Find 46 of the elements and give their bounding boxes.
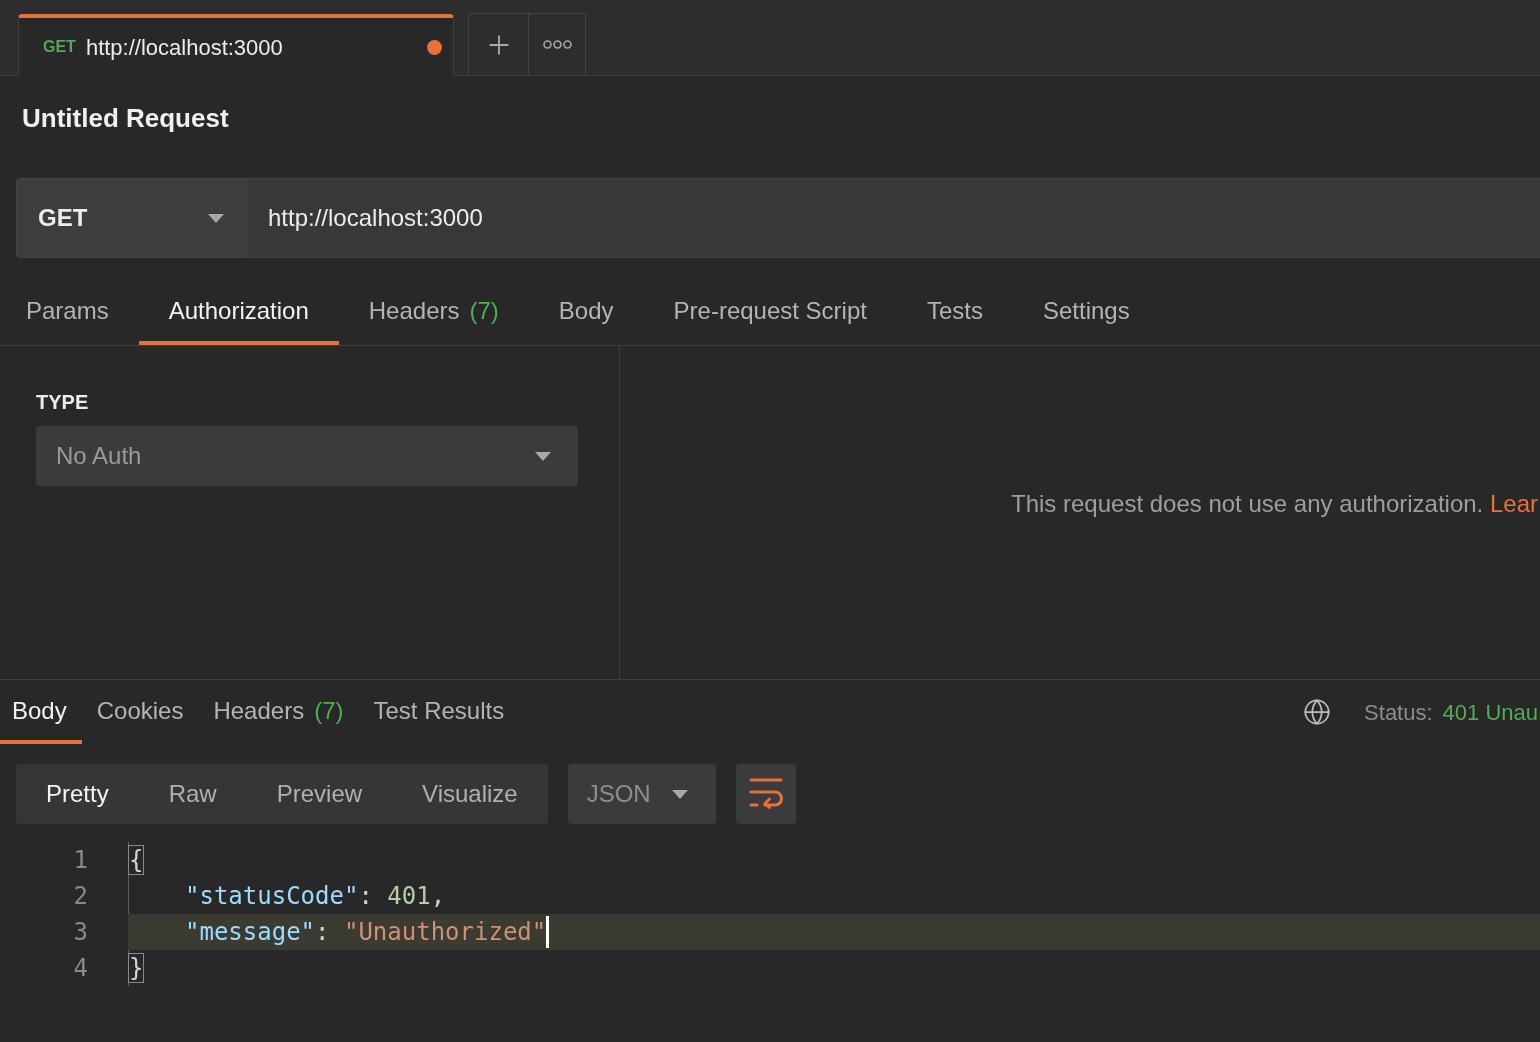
- type-label: TYPE: [36, 390, 89, 414]
- method-value: GET: [38, 203, 88, 233]
- section-tab[interactable]: Tests: [896, 279, 1013, 345]
- learn-link[interactable]: Lear: [1489, 489, 1538, 517]
- code-line: "message": "Unauthorized": [185, 917, 547, 948]
- request-title: Untitled Request: [22, 103, 229, 133]
- caret-icon: [535, 451, 551, 461]
- section-tab[interactable]: Params: [0, 279, 139, 345]
- text-cursor: [546, 916, 550, 948]
- request-tab[interactable]: GET http://localhost:3000: [18, 14, 454, 76]
- section-tab[interactable]: Authorization: [138, 279, 339, 345]
- globe-icon[interactable]: [1303, 698, 1332, 726]
- auth-type-value: No Auth: [56, 441, 142, 471]
- wrap-lines-icon: [748, 778, 783, 810]
- method-label: GET: [43, 37, 76, 57]
- caret-icon: [208, 213, 224, 223]
- wrap-lines-button[interactable]: [735, 764, 796, 824]
- caret-icon: [671, 789, 688, 799]
- view-mode-tab[interactable]: Pretty: [16, 764, 139, 824]
- tab-title: http://localhost:3000: [85, 33, 283, 62]
- url-input-field[interactable]: http://localhost:3000: [247, 178, 1540, 258]
- response-tab[interactable]: Headers (7): [198, 680, 359, 744]
- auth-message: This request does not use any authorization. Lear: [1011, 488, 1538, 519]
- new-tab-button[interactable]: [468, 13, 528, 75]
- line-number: 1: [73, 845, 88, 876]
- section-tab[interactable]: Pre-request Script: [643, 279, 897, 345]
- more-options-button[interactable]: [528, 13, 586, 75]
- line-number: 2: [73, 881, 88, 912]
- response-tab[interactable]: Test Results: [358, 680, 520, 744]
- auth-type-select[interactable]: No Auth: [36, 426, 578, 486]
- section-tab[interactable]: Settings: [1012, 279, 1160, 345]
- view-mode-tab[interactable]: Preview: [246, 764, 393, 824]
- line-number: 3: [73, 917, 88, 948]
- status-value: 401 Unau: [1442, 698, 1538, 727]
- status-label: Status:: [1364, 698, 1433, 727]
- format-value: JSON: [586, 779, 651, 809]
- response-tab[interactable]: Body: [0, 680, 82, 744]
- view-mode-tab[interactable]: Visualize: [392, 764, 548, 824]
- section-tab[interactable]: Headers (7): [338, 279, 529, 345]
- view-mode-tab[interactable]: Raw: [138, 764, 247, 824]
- line-number: 4: [73, 953, 88, 984]
- method-select[interactable]: GET: [16, 178, 247, 258]
- more-dots-icon: [542, 40, 572, 49]
- response-tab[interactable]: Cookies: [81, 680, 199, 744]
- code-line: "statusCode": 401,: [185, 881, 446, 912]
- section-tab[interactable]: Body: [528, 279, 644, 345]
